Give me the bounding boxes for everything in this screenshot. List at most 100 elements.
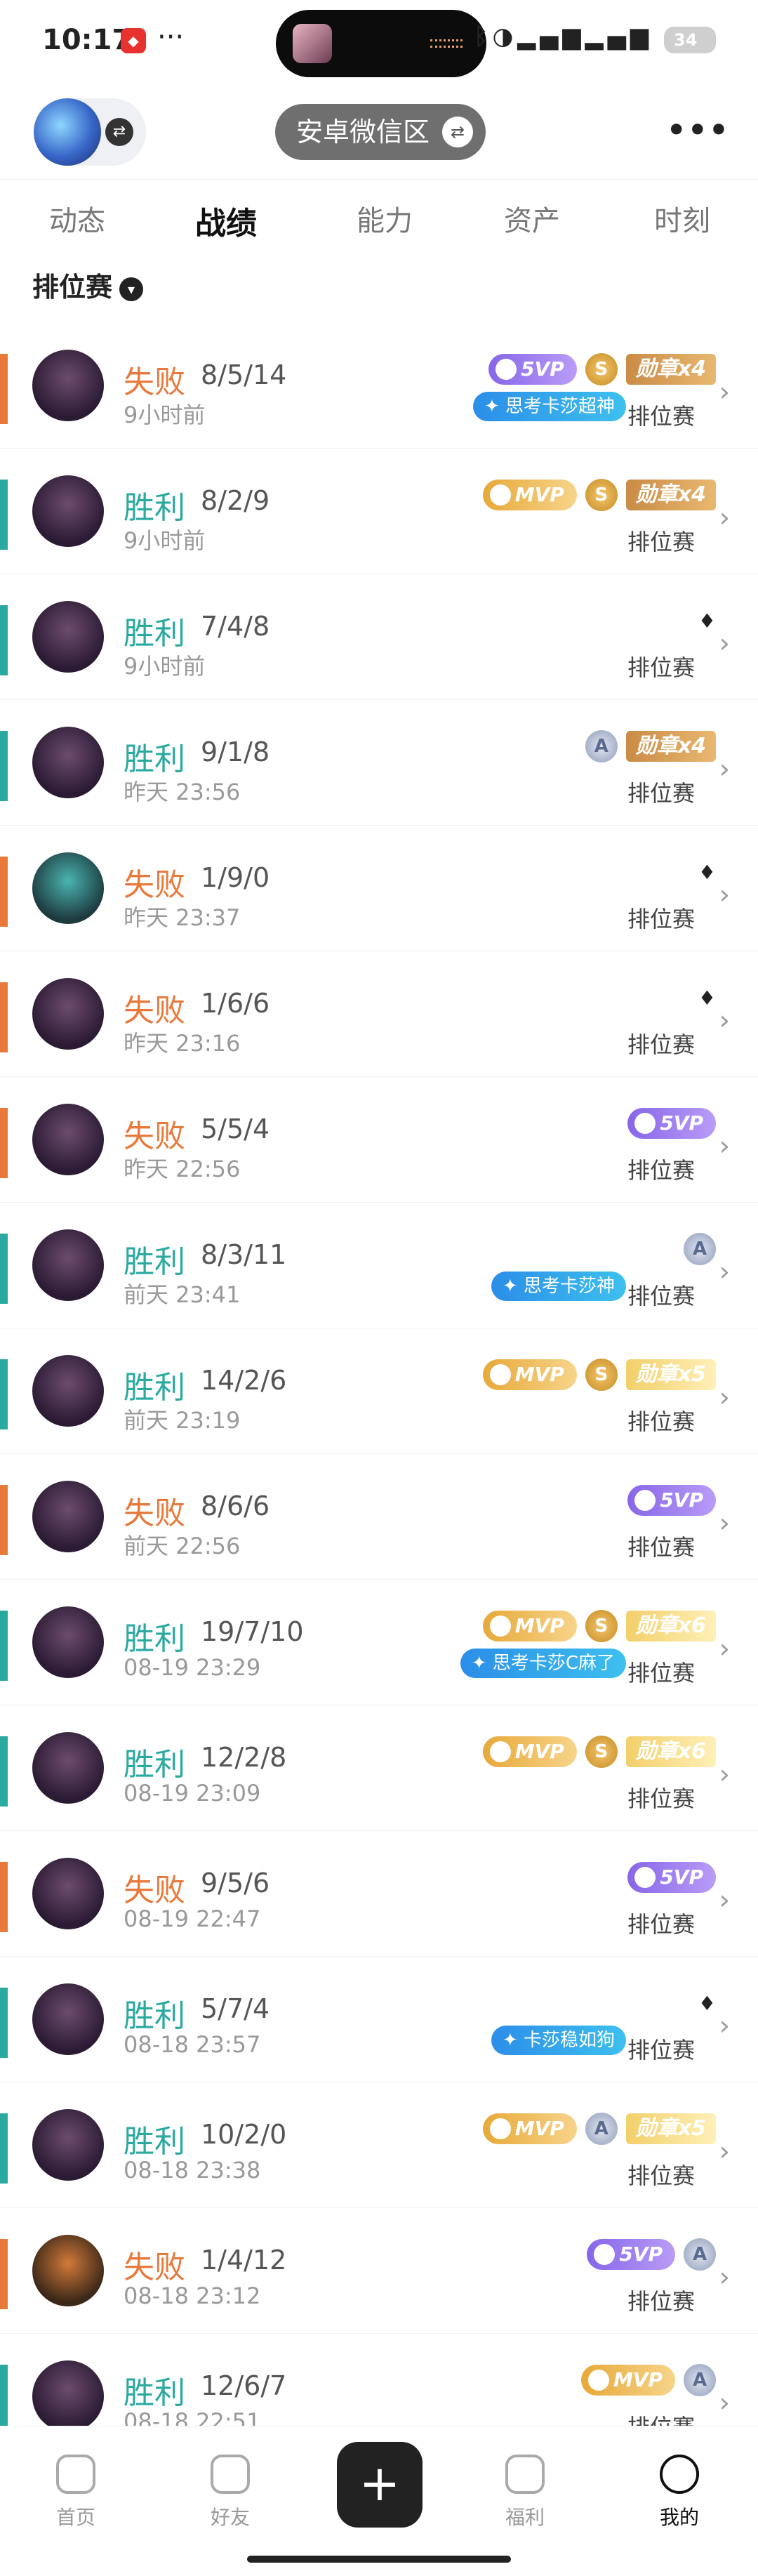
medal-badge: 勋章x5 <box>625 2113 716 2144</box>
match-row[interactable]: 胜利 14/2/6 前天 23:19 排位赛 › MVP S 勋章x5 <box>0 1328 758 1454</box>
match-badges: ♦ <box>698 1983 716 2023</box>
match-mode: 排位赛 <box>627 1534 695 1561</box>
result-color-bar <box>0 857 8 927</box>
match-row[interactable]: 胜利 9/1/8 昨天 23:56 排位赛 › A 勋章x4 <box>0 700 758 826</box>
mvp-badge: MVP <box>482 1359 577 1390</box>
match-badges: ♦ <box>698 601 716 640</box>
tab-0[interactable]: 动态 <box>49 198 105 239</box>
more-options-icon[interactable]: ••• <box>667 112 730 148</box>
tab-bar: 动态 战绩 能力 资产 时刻 <box>0 179 758 256</box>
match-row[interactable]: 失败 8/5/14 9小时前 排位赛 › 5VP S 勋章x4 ✦ 思考卡莎超神 <box>0 323 758 449</box>
dynamic-island[interactable] <box>276 10 486 77</box>
badge-label: MVP <box>514 1363 564 1386</box>
badge-label: 5VP <box>660 1111 703 1135</box>
highlight-tag[interactable]: ✦ 思考卡莎神 <box>491 1272 626 1301</box>
hero-avatar <box>32 1229 104 1301</box>
match-result: 失败 <box>124 2250 185 2285</box>
tab-1[interactable]: 战绩 <box>195 198 257 243</box>
friends-icon <box>211 2455 250 2494</box>
match-list: 失败 8/5/14 9小时前 排位赛 › 5VP S 勋章x4 ✦ 思考卡莎超神 胜利 8/2/9 9… <box>0 323 758 2459</box>
match-result: 胜利 <box>124 490 185 526</box>
badge-label: 5VP <box>660 1865 703 1889</box>
match-mode: 排位赛 <box>627 780 695 807</box>
tab-bar-item[interactable]: 好友 <box>188 2455 272 2530</box>
match-row[interactable]: 失败 1/4/12 08-18 23:12 排位赛 › 5VP A <box>0 2208 758 2334</box>
highlight-tag[interactable]: ✦ 卡莎稳如狗 <box>491 2026 626 2055</box>
match-kda: 9/5/6 <box>201 1868 270 1898</box>
match-row[interactable]: 失败 1/9/0 昨天 23:37 排位赛 › ♦ <box>0 826 758 951</box>
match-row[interactable]: 胜利 8/3/11 前天 23:41 排位赛 › A ✦ 思考卡莎神 <box>0 1203 758 1328</box>
switch-zone-icon: ⇄ <box>442 117 473 147</box>
match-kda: 1/4/12 <box>201 2245 287 2276</box>
match-result: 胜利 <box>124 1747 185 1783</box>
highlight-tag[interactable]: ✦ 思考卡莎C麻了 <box>460 1649 626 1678</box>
match-row[interactable]: 胜利 8/2/9 9小时前 排位赛 › MVP S 勋章x4 <box>0 449 758 574</box>
match-mode: 排位赛 <box>627 1283 695 1309</box>
result-color-bar <box>0 480 8 550</box>
match-row[interactable]: 失败 9/5/6 08-19 22:47 排位赛 › 5VP <box>0 1831 758 1957</box>
tab-bar-item[interactable]: 我的 <box>637 2455 722 2530</box>
match-mode: 排位赛 <box>627 529 695 555</box>
tab-2[interactable]: 能力 <box>357 198 413 239</box>
match-badges: MVP S 勋章x4 <box>482 475 716 515</box>
match-result: 胜利 <box>124 741 185 777</box>
match-row[interactable]: 胜利 19/7/10 08-19 23:29 排位赛 › MVP S 勋章x6 ✦ 思考卡莎C麻… <box>0 1580 758 1705</box>
account-switcher[interactable]: ⇄ <box>34 98 146 166</box>
result-color-bar <box>0 2365 8 2435</box>
badge-label: MVP <box>613 2368 663 2391</box>
match-mode: 排位赛 <box>627 2288 695 2315</box>
match-mode: 排位赛 <box>627 2162 695 2189</box>
mode-filter[interactable]: 排位赛 ▾ <box>32 265 144 304</box>
bottom-tab-bar: + 首页 好友 福利 我的 <box>0 2426 758 2576</box>
switch-icon: ⇄ <box>105 118 133 146</box>
tab-bar-item[interactable]: 首页 <box>34 2455 118 2530</box>
match-result: 胜利 <box>124 616 185 652</box>
match-result: 失败 <box>124 1872 185 1908</box>
hero-avatar <box>32 350 104 421</box>
match-row[interactable]: 胜利 5/7/4 08-18 23:57 排位赛 › ♦ ✦ 卡莎稳如狗 <box>0 1957 758 2082</box>
result-color-bar <box>0 2239 8 2309</box>
lightning-icon <box>496 359 517 380</box>
chevron-right-icon: › <box>719 2136 730 2167</box>
match-kda: 8/6/6 <box>201 1491 270 1521</box>
tab-bar-item[interactable]: 福利 <box>483 2455 567 2530</box>
add-button[interactable]: + <box>337 2442 423 2528</box>
achievement-icons: ♦ <box>698 1991 716 2015</box>
chevron-right-icon: › <box>719 1507 730 1538</box>
match-row[interactable]: 胜利 12/2/8 08-19 23:09 排位赛 › MVP S 勋章x6 <box>0 1705 758 1831</box>
zone-label: 安卓微信区 <box>296 117 430 147</box>
match-kda: 5/7/4 <box>201 1993 270 2024</box>
lightning-icon <box>489 1364 511 1385</box>
match-result: 胜利 <box>124 2375 185 2411</box>
svp-badge: 5VP <box>587 2239 675 2270</box>
chevron-right-icon: › <box>719 753 730 784</box>
tab-bar-label: 首页 <box>55 2506 95 2529</box>
tab-3[interactable]: 资产 <box>504 198 560 239</box>
highlight-tag[interactable]: ✦ 思考卡莎超神 <box>472 392 626 421</box>
badge-label: MVP <box>514 1740 564 1763</box>
match-row[interactable]: 失败 8/6/6 前天 22:56 排位赛 › 5VP <box>0 1454 758 1580</box>
match-time: 08-18 23:12 <box>124 2283 261 2309</box>
tab-4[interactable]: 时刻 <box>654 198 710 239</box>
match-kda: 14/2/6 <box>201 1365 287 1396</box>
svp-badge: 5VP <box>488 354 577 385</box>
match-row[interactable]: 胜利 7/4/8 9小时前 排位赛 › ♦ <box>0 574 758 700</box>
match-row[interactable]: 胜利 10/2/0 08-18 23:38 排位赛 › MVP A 勋章x5 <box>0 2082 758 2208</box>
medal-badge: 勋章x4 <box>625 480 716 510</box>
a-rank-icon: A <box>585 730 618 762</box>
medal-badge: 勋章x6 <box>625 1736 716 1767</box>
chevron-right-icon: › <box>719 1256 730 1287</box>
result-color-bar <box>0 1988 8 2058</box>
match-kda: 5/5/4 <box>201 1114 270 1144</box>
result-color-bar <box>0 1108 8 1178</box>
media-thumbnail <box>293 24 332 63</box>
zone-selector[interactable]: 安卓微信区 ⇄ <box>275 104 486 160</box>
s-rank-icon: S <box>585 1359 618 1391</box>
match-time: 昨天 22:56 <box>124 1156 241 1182</box>
match-row[interactable]: 失败 5/5/4 昨天 22:56 排位赛 › 5VP <box>0 1077 758 1203</box>
svp-badge: 5VP <box>627 1485 716 1516</box>
tab-bar-label: 福利 <box>505 2506 545 2529</box>
match-row[interactable]: 失败 1/6/6 昨天 23:16 排位赛 › ♦ <box>0 951 758 1077</box>
match-mode: 排位赛 <box>627 403 695 430</box>
result-color-bar <box>0 354 8 424</box>
